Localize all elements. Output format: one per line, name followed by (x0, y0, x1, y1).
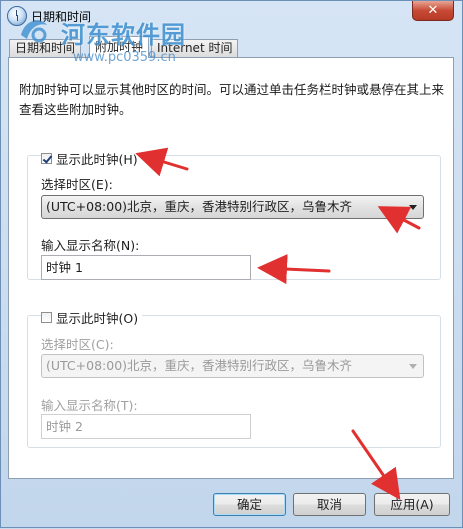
title-bar[interactable]: 日期和时间 ✕ (1, 1, 462, 31)
clock1-name-input[interactable]: 时钟 1 (41, 255, 251, 280)
chevron-down-icon (409, 364, 417, 369)
ok-button[interactable]: 确定 (213, 493, 286, 516)
clock2-show-checkbox[interactable] (41, 312, 52, 323)
window-title: 日期和时间 (31, 10, 92, 24)
clock2-timezone-label: 选择时区(C): (41, 337, 114, 352)
close-button[interactable]: ✕ (412, 1, 454, 21)
clock1-name-label: 输入显示名称(N): (41, 238, 140, 253)
clock1-show-checkbox[interactable] (41, 153, 52, 164)
clock2-timezone-select[interactable]: (UTC+08:00)北京，重庆，香港特别行政区，乌鲁木齐 (41, 354, 424, 378)
intro-text: 附加时钟可以显示其他时区的时间。可以通过单击任务栏时钟或悬停在其上来查看这些附加… (19, 82, 445, 117)
clock1-timezone-value: (UTC+08:00)北京，重庆，香港特别行政区，乌鲁木齐 (46, 199, 353, 214)
tab-internet-time[interactable]: Internet 时间 (151, 39, 239, 57)
clock1-show-checkbox-row[interactable]: 显示此时钟(H) (41, 149, 142, 168)
chevron-down-icon (409, 205, 417, 210)
clock1-timezone-label: 选择时区(E): (41, 177, 113, 192)
clock1-timezone-select[interactable]: (UTC+08:00)北京，重庆，香港特别行政区，乌鲁木齐 (41, 195, 424, 219)
clock2-show-checkbox-row[interactable]: 显示此时钟(O) (41, 308, 143, 327)
clock2-name-label: 输入显示名称(T): (41, 398, 138, 413)
cancel-button[interactable]: 取消 (293, 493, 366, 516)
tab-panel: 附加时钟可以显示其他时区的时间。可以通过单击任务栏时钟或悬停在其上来查看这些附加… (8, 57, 454, 479)
clock2-name-input[interactable]: 时钟 2 (41, 414, 251, 439)
clock1-show-label: 显示此时钟(H) (56, 152, 138, 167)
tab-additional-clocks[interactable]: 附加时钟 (89, 36, 150, 58)
clock2-timezone-value: (UTC+08:00)北京，重庆，香港特别行政区，乌鲁木齐 (46, 358, 353, 373)
apply-button[interactable]: 应用(A) (374, 493, 450, 516)
dialog-window: 日期和时间 ✕ 日期和时间 附加时钟 Internet 时间 附加时钟可以显示其… (0, 0, 463, 528)
clock-icon (7, 6, 27, 26)
tab-date-time[interactable]: 日期和时间 (9, 39, 82, 57)
clock2-show-label: 显示此时钟(O) (56, 311, 139, 326)
